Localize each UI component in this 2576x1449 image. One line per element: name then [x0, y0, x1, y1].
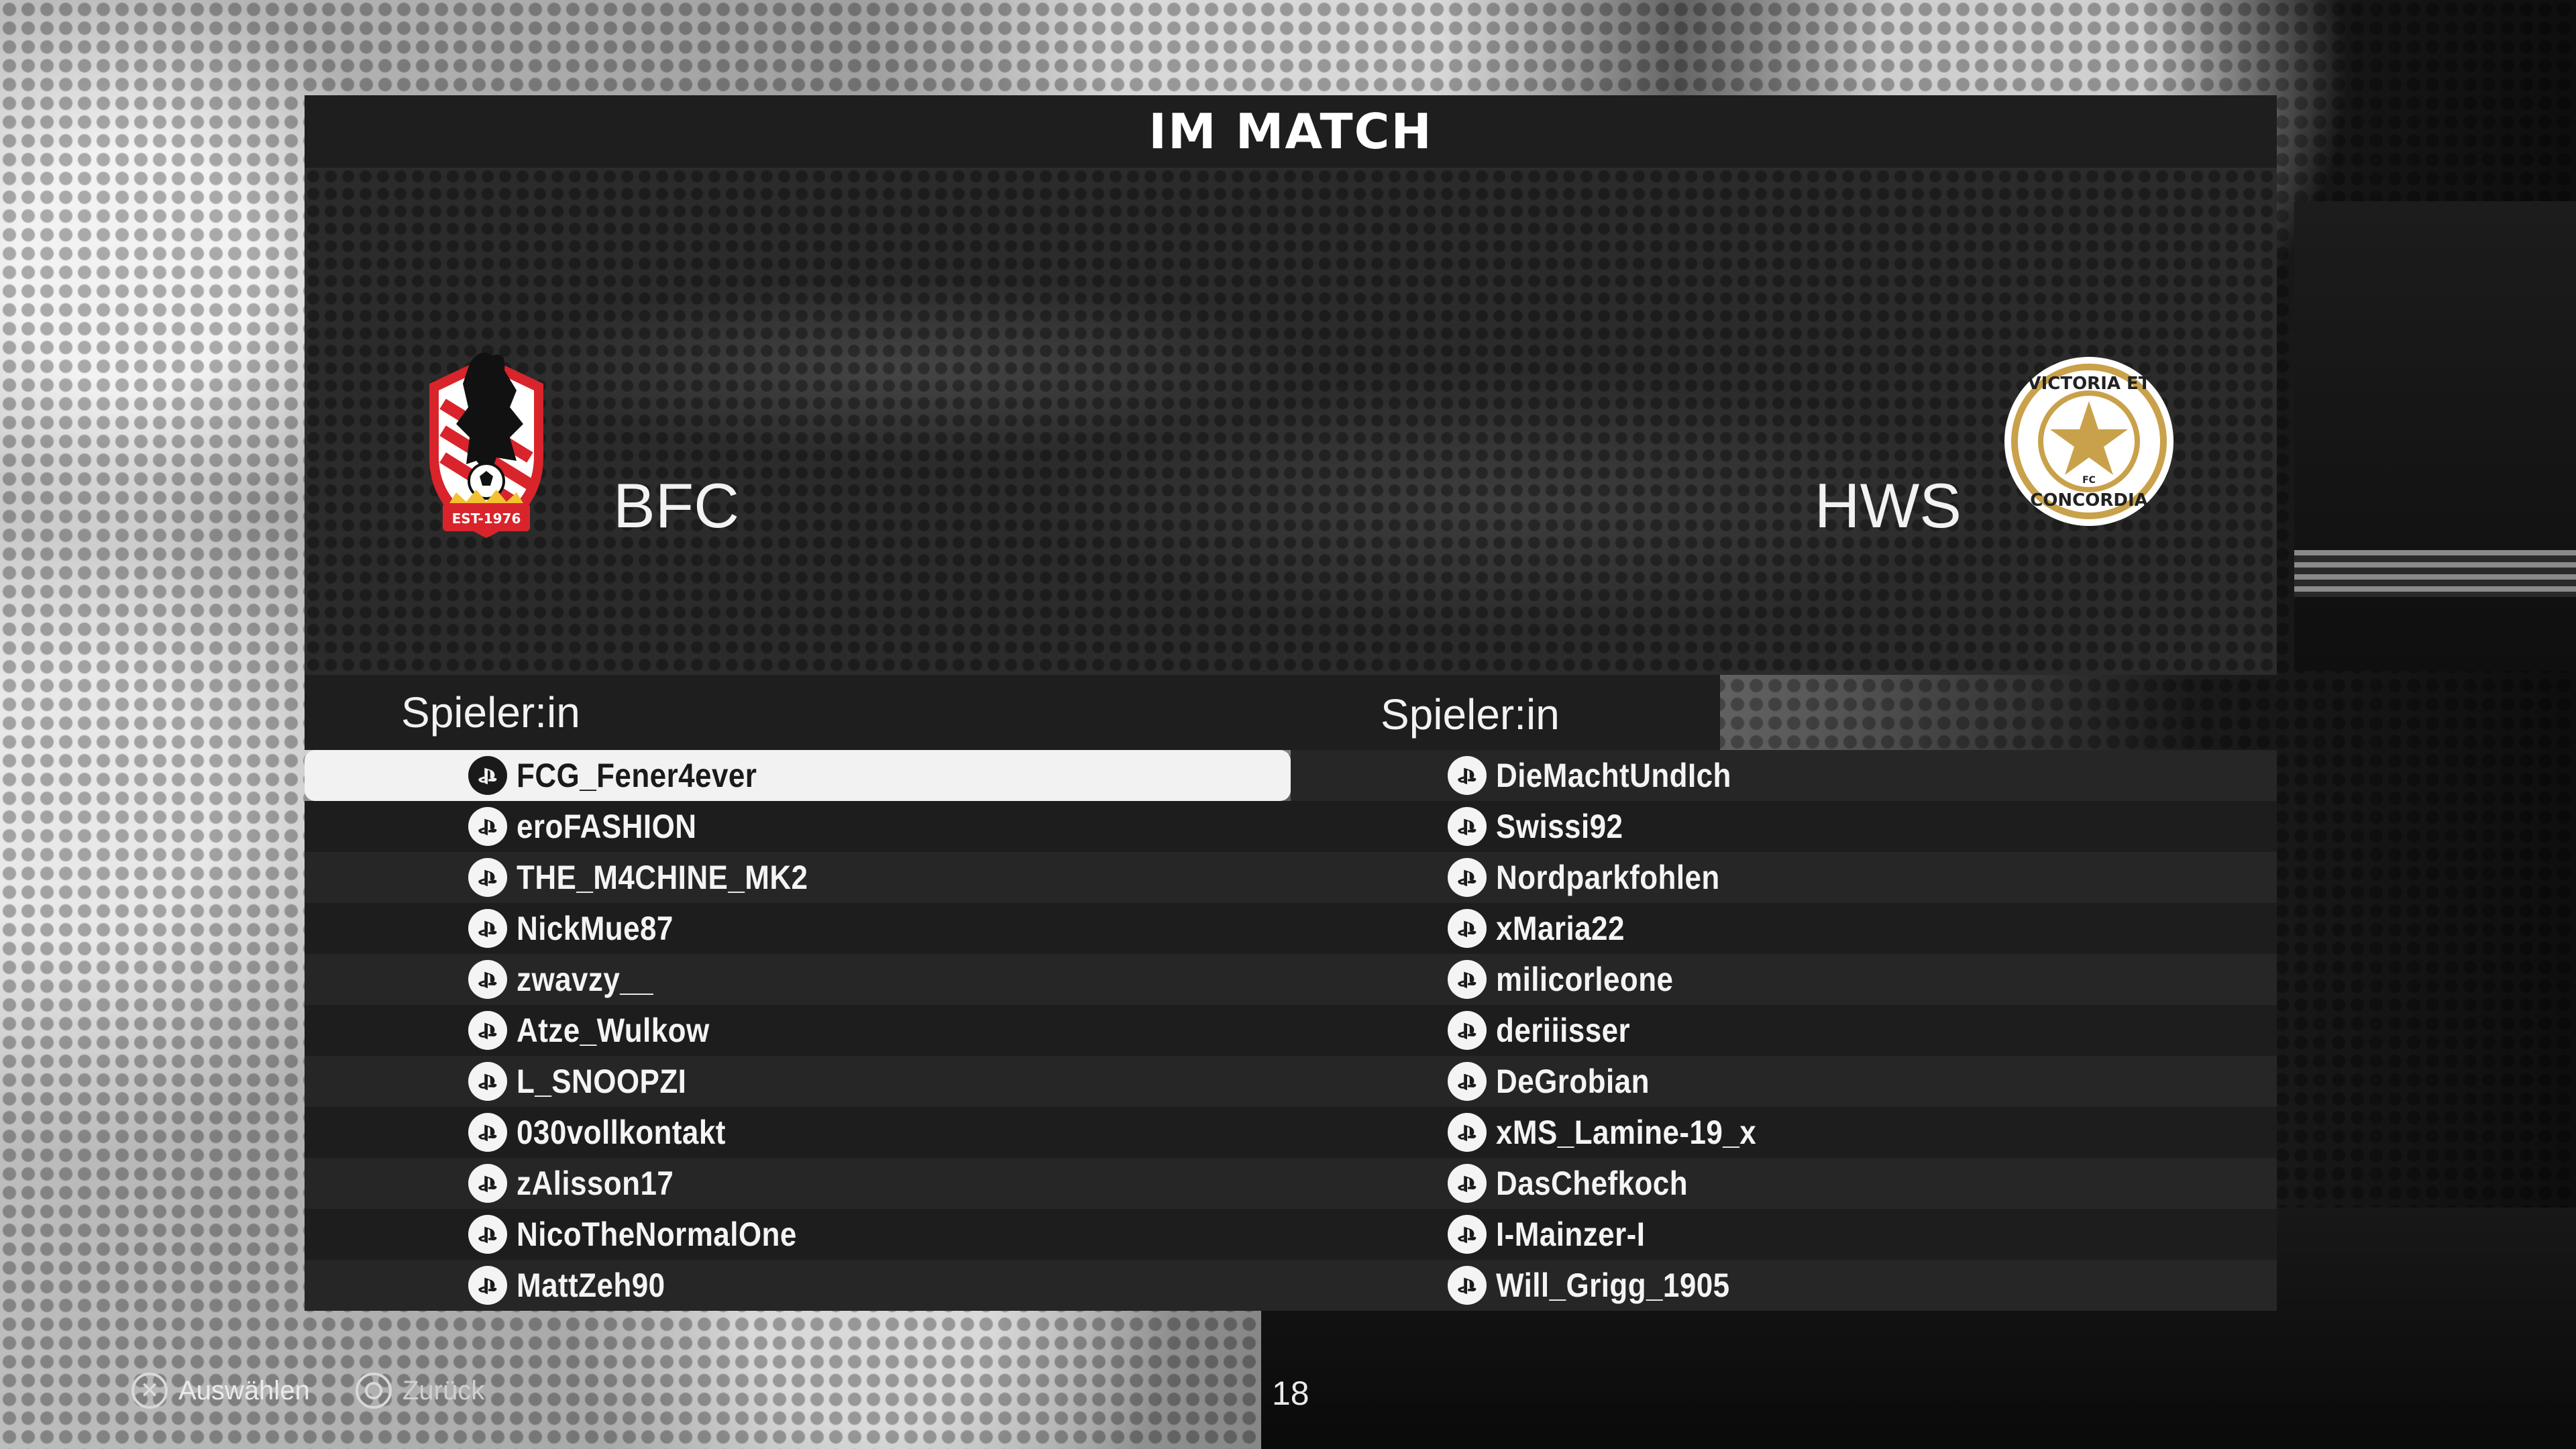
away-player-row[interactable]: DeGrobian	[1291, 1056, 2277, 1107]
home-player-name: L_SNOOPZI	[517, 1063, 687, 1100]
home-player-name: 030vollkontakt	[517, 1114, 726, 1151]
playstation-icon	[468, 1011, 507, 1050]
background-equipment-rack	[2294, 201, 2576, 671]
home-player-row[interactable]: THE_M4CHINE_MK2	[305, 852, 1291, 903]
home-roster: Spieler:in FCG_Fener4ever eroFASHION THE_M…	[305, 675, 1291, 1311]
bfc-crest-icon: EST-1976	[429, 352, 543, 538]
back-hint[interactable]: Zurück	[356, 1373, 484, 1409]
away-player-row[interactable]: xMS_Lamine-19_x	[1291, 1107, 2277, 1158]
playstation-icon	[468, 807, 507, 846]
home-player-row[interactable]: eroFASHION	[305, 801, 1291, 852]
home-player-row[interactable]: NickMue87	[305, 903, 1291, 954]
away-player-name: deriiisser	[1496, 1012, 1631, 1049]
playstation-icon	[468, 1215, 507, 1254]
playstation-icon	[1448, 1062, 1487, 1101]
hws-crest-icon: VICTORIA ET CONCORDIA FC	[2004, 357, 2174, 526]
away-player-name: DieMachtUndIch	[1496, 757, 1731, 794]
playstation-icon	[468, 909, 507, 948]
playstation-icon	[468, 1062, 507, 1101]
away-player-row[interactable]: xMaria22	[1291, 903, 2277, 954]
screen-title: IM MATCH	[1148, 103, 1433, 160]
home-player-name: zwavzy__	[517, 961, 654, 998]
home-player-row[interactable]: zAlisson17	[305, 1158, 1291, 1209]
home-player-name: NicoTheNormalOne	[517, 1216, 797, 1253]
away-roster-header-label: Spieler:in	[1381, 690, 1560, 739]
away-player-row[interactable]: deriiisser	[1291, 1005, 2277, 1056]
playstation-icon	[1448, 756, 1487, 795]
hws-crest-text-center: FC	[2082, 475, 2096, 486]
away-player-name: Nordparkfohlen	[1496, 859, 1720, 896]
home-player-row[interactable]: 030vollkontakt	[305, 1107, 1291, 1158]
home-player-name: eroFASHION	[517, 808, 697, 845]
playstation-icon	[1448, 858, 1487, 897]
away-player-row[interactable]: Nordparkfohlen	[1291, 852, 2277, 903]
home-team-name: BFC	[613, 470, 739, 541]
away-team-name: HWS	[1814, 470, 1962, 541]
home-player-row[interactable]: zwavzy__	[305, 954, 1291, 1005]
cross-button-icon: ✕	[131, 1373, 168, 1409]
away-player-list: DieMachtUndIch Swissi92 Nordparkfohlen xMar…	[1291, 750, 2277, 1311]
hws-crest-text-bottom: CONCORDIA	[2030, 490, 2148, 511]
away-player-name: milicorleone	[1496, 961, 1674, 998]
away-player-name: xMaria22	[1496, 910, 1625, 947]
back-hint-label: Zurück	[402, 1375, 485, 1405]
select-hint[interactable]: ✕ Auswählen	[131, 1373, 310, 1409]
team-banner: EST-1976 BFC HWS VICTORIA ET CONCORDIA F…	[305, 168, 2277, 675]
playstation-icon	[468, 1113, 507, 1152]
home-player-row[interactable]: L_SNOOPZI	[305, 1056, 1291, 1107]
away-player-name: I-Mainzer-I	[1496, 1216, 1646, 1253]
away-player-row[interactable]: Swissi92	[1291, 801, 2277, 852]
playstation-icon	[1448, 960, 1487, 999]
match-panel: IM MATCH EST-1976 BFC HWS VICTORIA ET CO…	[305, 95, 2277, 1311]
home-roster-header: Spieler:in	[305, 675, 1291, 750]
away-player-name: Will_Grigg_1905	[1496, 1267, 1730, 1304]
home-player-name: NickMue87	[517, 910, 674, 947]
playstation-icon	[1448, 807, 1487, 846]
home-player-row[interactable]: FCG_Fener4ever	[305, 750, 1291, 801]
away-roster: Spieler:in DieMachtUndIch Swissi92 Nordpar…	[1291, 675, 2277, 1311]
playstation-icon	[1448, 1215, 1487, 1254]
playstation-icon	[1448, 909, 1487, 948]
playstation-icon	[1448, 1113, 1487, 1152]
home-player-list: FCG_Fener4ever eroFASHION THE_M4CHINE_MK2 N…	[305, 750, 1291, 1311]
select-hint-label: Auswählen	[178, 1375, 310, 1405]
away-player-row[interactable]: Will_Grigg_1905	[1291, 1260, 2277, 1311]
away-player-name: DasChefkoch	[1496, 1165, 1688, 1202]
home-player-row[interactable]: Atze_Wulkow	[305, 1005, 1291, 1056]
away-player-name: xMS_Lamine-19_x	[1496, 1114, 1757, 1151]
home-player-name: zAlisson17	[517, 1165, 674, 1202]
away-player-row[interactable]: DasChefkoch	[1291, 1158, 2277, 1209]
home-player-name: Atze_Wulkow	[517, 1012, 710, 1049]
playstation-icon	[1448, 1266, 1487, 1305]
playstation-icon	[468, 960, 507, 999]
playstation-icon	[468, 756, 507, 795]
home-player-name: MattZeh90	[517, 1267, 665, 1304]
home-player-name: THE_M4CHINE_MK2	[517, 859, 808, 896]
away-roster-header: Spieler:in	[1291, 675, 2277, 750]
home-roster-header-label: Spieler:in	[401, 688, 580, 737]
home-player-row[interactable]: NicoTheNormalOne	[305, 1209, 1291, 1260]
away-player-row[interactable]: DieMachtUndIch	[1291, 750, 2277, 801]
home-player-row[interactable]: MattZeh90	[305, 1260, 1291, 1311]
playstation-icon	[468, 858, 507, 897]
away-player-row[interactable]: I-Mainzer-I	[1291, 1209, 2277, 1260]
circle-button-icon	[356, 1373, 392, 1409]
home-player-name: FCG_Fener4ever	[517, 757, 757, 794]
bfc-crest-text: EST-1976	[452, 511, 521, 527]
away-player-row[interactable]: milicorleone	[1291, 954, 2277, 1005]
hws-crest-text-top: VICTORIA ET	[2027, 374, 2150, 394]
away-player-name: Swissi92	[1496, 808, 1623, 845]
playstation-icon	[1448, 1164, 1487, 1203]
playstation-icon	[1448, 1011, 1487, 1050]
away-player-name: DeGrobian	[1496, 1063, 1650, 1100]
playstation-icon	[468, 1266, 507, 1305]
playstation-icon	[468, 1164, 507, 1203]
title-bar: IM MATCH	[305, 95, 2277, 168]
page-number: 18	[1272, 1375, 1309, 1412]
